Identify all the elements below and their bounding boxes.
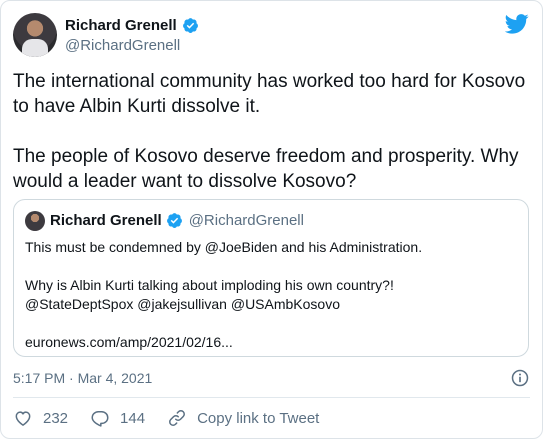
author-name-row[interactable]: Richard Grenell	[65, 17, 199, 34]
tweet-paragraph: The international community has worked t…	[13, 71, 526, 117]
quoted-link: euronews.com/amp/2021/02/16...	[25, 334, 233, 350]
quoted-text: This must be condemned by @JoeBiden and …	[25, 238, 515, 352]
quoted-tweet[interactable]: Richard Grenell @RichardGrenell This mus…	[13, 199, 529, 357]
tweet-text: The international community has worked t…	[13, 69, 528, 194]
reply-icon	[91, 411, 109, 427]
twitter-bird-icon[interactable]	[505, 14, 529, 34]
quoted-avatar	[25, 211, 45, 231]
quoted-line: This must be condemned by @JoeBiden and …	[25, 239, 423, 255]
author-handle[interactable]: @RichardGrenell	[65, 37, 180, 54]
like-button[interactable]: 232	[13, 408, 68, 428]
verified-badge-icon	[182, 18, 198, 33]
heart-icon	[15, 411, 31, 426]
reply-button[interactable]: 144	[90, 408, 145, 428]
quoted-author-name: Richard Grenell	[50, 212, 162, 229]
verified-badge-icon	[166, 213, 182, 228]
author-avatar[interactable]	[13, 13, 57, 57]
copy-link-button[interactable]: Copy link to Tweet	[167, 408, 319, 428]
quoted-line: Why is Albin Kurti talking about implodi…	[25, 277, 394, 293]
tweet-actions: 232 144 Copy link to Tweet	[13, 405, 319, 431]
divider	[13, 397, 530, 398]
quoted-line: @StateDeptSpox @jakejsullivan @USAmbKoso…	[25, 296, 340, 312]
tweet-paragraph: The people of Kosovo deserve freedom and…	[13, 146, 519, 192]
author-name[interactable]: Richard Grenell	[65, 17, 177, 34]
copy-link-label: Copy link to Tweet	[197, 409, 320, 427]
tweet-timestamp[interactable]: 5:17 PM · Mar 4, 2021	[13, 370, 152, 386]
like-count: 232	[43, 409, 69, 427]
quoted-author-handle: @RichardGrenell	[188, 212, 304, 229]
tweet-card: Richard Grenell @RichardGrenell The inte…	[0, 0, 543, 439]
quoted-header: Richard Grenell @RichardGrenell	[50, 212, 304, 229]
link-icon	[169, 410, 186, 426]
reply-count: 144	[120, 409, 146, 427]
info-icon[interactable]	[510, 368, 530, 388]
